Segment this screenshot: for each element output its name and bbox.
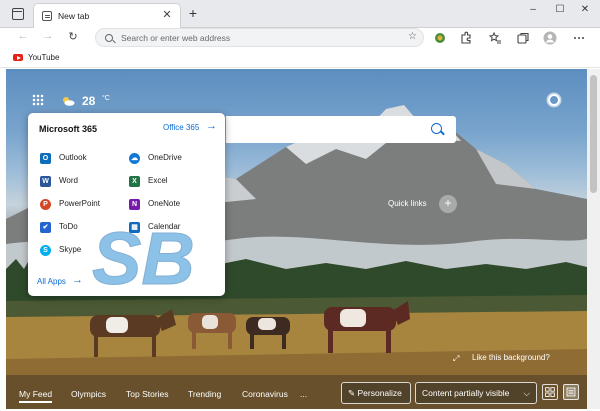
extension-icon[interactable]: [433, 31, 447, 45]
skype-icon: S: [40, 245, 51, 256]
address-bar[interactable]: ☆: [95, 28, 424, 47]
profile-avatar-icon[interactable]: [543, 31, 557, 45]
weather-temperature[interactable]: 28: [82, 94, 95, 108]
powerpoint-icon: P: [40, 199, 51, 210]
app-excel[interactable]: X Excel: [129, 175, 214, 191]
content-visibility-value: Content partially visible: [422, 388, 510, 398]
app-powerpoint[interactable]: P PowerPoint: [40, 198, 125, 214]
arrow-right-icon[interactable]: →: [72, 274, 83, 286]
personalize-button[interactable]: ✎ Personalize: [341, 382, 411, 404]
app-launcher-icon[interactable]: [32, 94, 44, 106]
app-label: Excel: [148, 176, 168, 185]
word-icon: W: [40, 176, 51, 187]
search-icon[interactable]: [431, 123, 442, 134]
app-word[interactable]: W Word: [40, 175, 125, 191]
tab-title: New tab: [58, 11, 90, 21]
app-label: ToDo: [59, 222, 78, 231]
tab-coronavirus[interactable]: Coronavirus: [242, 389, 288, 399]
sun-cloud-icon[interactable]: [61, 96, 75, 106]
feed-navigation-bar: My Feed Olympics Top Stories Trending Co…: [6, 375, 587, 409]
svg-text:SB: SB: [92, 218, 195, 296]
favorites-icon[interactable]: [488, 31, 502, 45]
tab-strip: New tab ✕ + – ☐ ✕: [0, 0, 600, 28]
sb-watermark-logo: SB: [92, 218, 196, 296]
tab-actions-icon[interactable]: [12, 8, 24, 20]
app-label: OneDrive: [148, 153, 182, 162]
like-background-link[interactable]: Like this background?: [472, 353, 550, 362]
web-search-box[interactable]: [226, 116, 456, 143]
todo-icon: ✔: [40, 222, 51, 233]
onenote-icon: N: [129, 199, 140, 210]
app-label: PowerPoint: [59, 199, 100, 208]
tab-trending[interactable]: Trending: [188, 389, 221, 399]
collections-icon[interactable]: [516, 31, 530, 45]
more-options-icon[interactable]: [572, 31, 586, 45]
app-label: Word: [59, 176, 78, 185]
tab-olympics[interactable]: Olympics: [71, 389, 106, 399]
expand-icon[interactable]: ⤢: [453, 354, 459, 364]
refresh-button[interactable]: ↻: [66, 30, 80, 43]
flyout-title: Microsoft 365: [39, 124, 98, 134]
outlook-icon: O: [40, 153, 51, 164]
app-label: Skype: [59, 245, 82, 254]
list-layout-icon[interactable]: [563, 384, 579, 400]
more-tabs-button[interactable]: ...: [300, 389, 307, 399]
chevron-down-icon: ⌵: [523, 388, 530, 398]
extensions-puzzle-icon[interactable]: [459, 31, 473, 45]
tab-close-icon[interactable]: ✕: [160, 8, 174, 21]
address-input[interactable]: [121, 33, 381, 43]
arrow-right-icon[interactable]: →: [206, 120, 217, 132]
tab-new-tab[interactable]: New tab ✕: [33, 3, 181, 28]
add-quick-link-button[interactable]: +: [439, 195, 457, 213]
favorite-youtube[interactable]: YouTube: [28, 53, 59, 62]
quick-links-label: Quick links: [388, 199, 427, 208]
office-365-link[interactable]: Office 365: [163, 123, 199, 132]
app-label: OneNote: [148, 199, 181, 208]
add-favorite-icon[interactable]: ☆: [408, 31, 417, 42]
excel-icon: X: [129, 176, 140, 187]
weather-unit: °C: [102, 95, 110, 102]
maximize-button[interactable]: ☐: [553, 4, 567, 15]
new-tab-button[interactable]: +: [186, 5, 200, 21]
favorites-bar: YouTube: [0, 48, 600, 68]
tab-top-stories[interactable]: Top Stories: [126, 389, 169, 399]
tab-my-feed[interactable]: My Feed: [19, 389, 53, 403]
all-apps-link[interactable]: All Apps: [37, 277, 66, 286]
settings-gear-icon[interactable]: [548, 94, 560, 106]
scrollbar-thumb[interactable]: [590, 75, 597, 193]
search-icon: [105, 34, 113, 42]
forward-button[interactable]: →: [41, 30, 55, 42]
youtube-icon: [13, 54, 23, 61]
personalize-label: Personalize: [357, 388, 402, 398]
app-onedrive[interactable]: ☁ OneDrive: [129, 152, 214, 168]
app-label: Outlook: [59, 153, 87, 162]
app-outlook[interactable]: O Outlook: [40, 152, 125, 168]
content-visibility-dropdown[interactable]: Content partially visible ⌵: [415, 382, 537, 404]
app-onenote[interactable]: N OneNote: [129, 198, 214, 214]
close-window-button[interactable]: ✕: [578, 4, 592, 15]
grid-layout-icon[interactable]: [542, 384, 558, 400]
onedrive-icon: ☁: [129, 153, 140, 164]
minimize-button[interactable]: –: [526, 4, 540, 15]
page-scrollbar[interactable]: [587, 69, 600, 409]
new-tab-favicon-icon: [42, 11, 52, 21]
back-button[interactable]: ←: [16, 30, 30, 42]
